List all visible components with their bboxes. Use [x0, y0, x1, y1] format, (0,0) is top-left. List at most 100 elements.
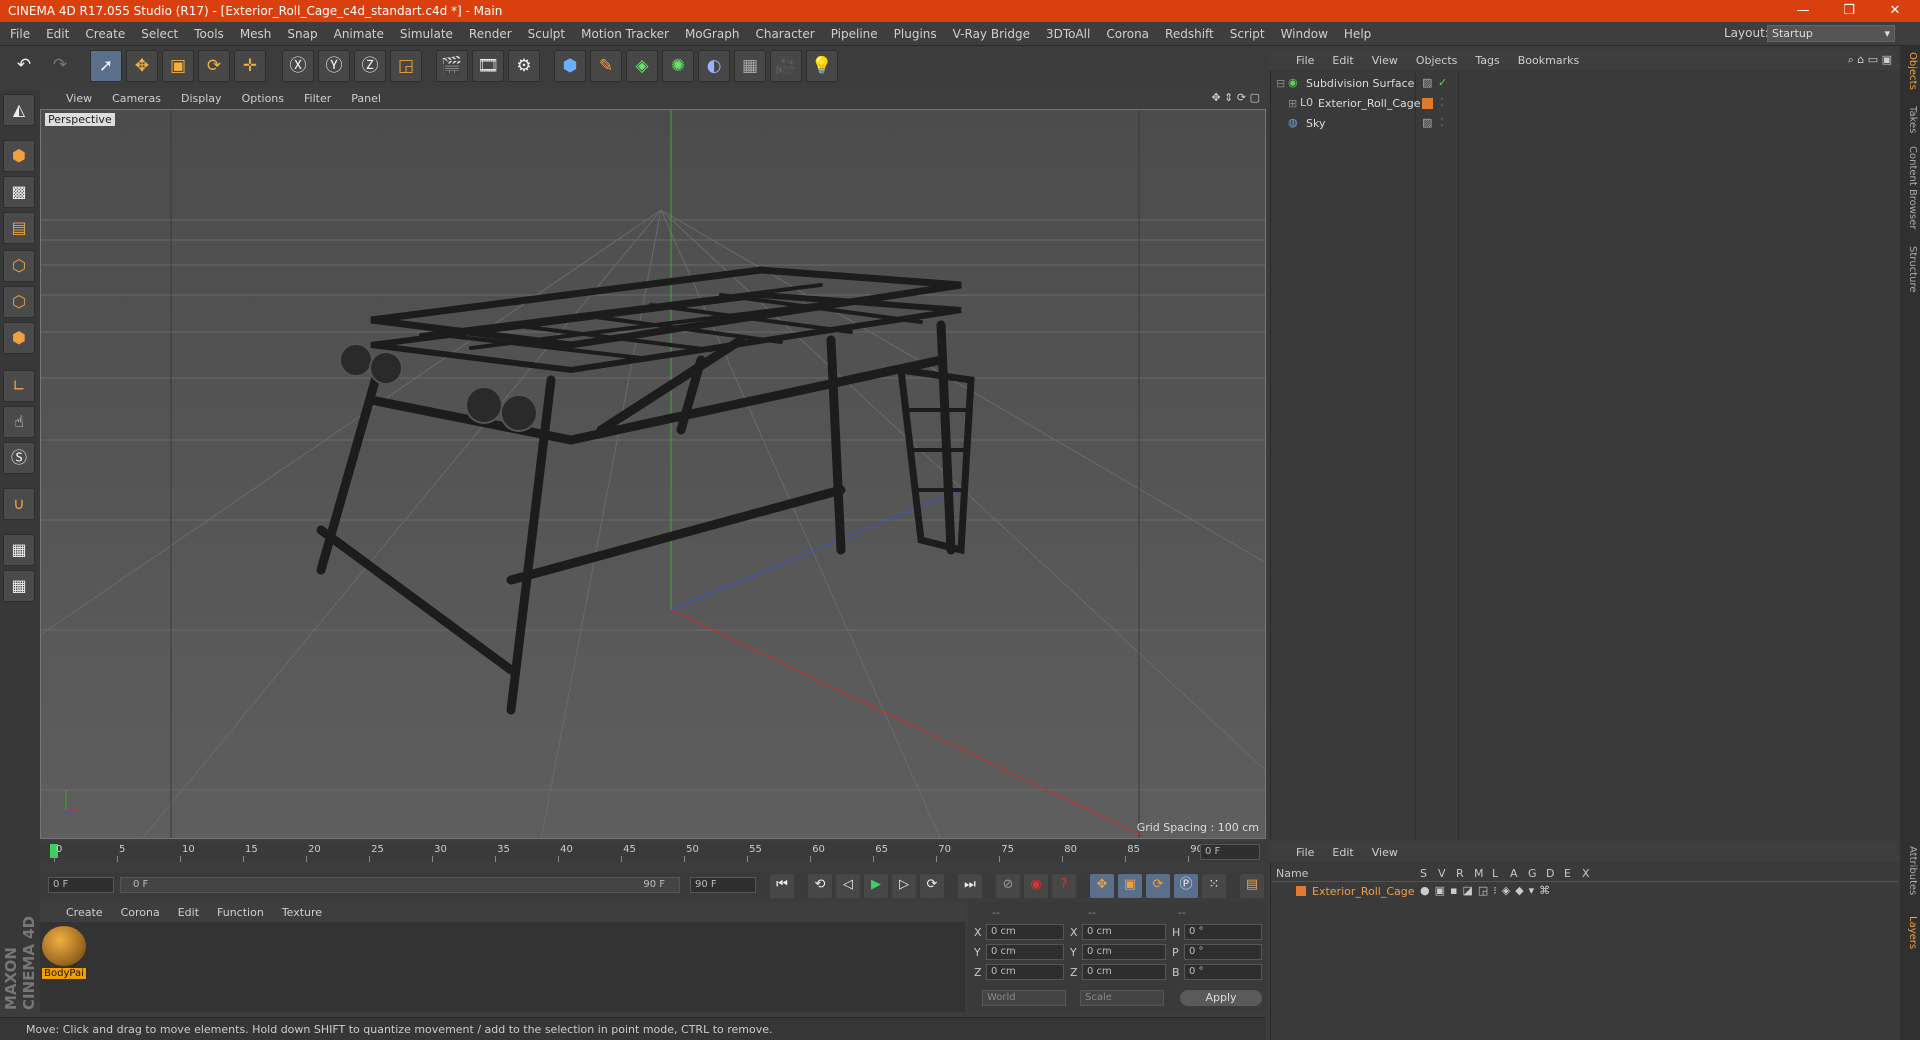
object-menu-objects[interactable]: Objects [1416, 54, 1458, 67]
layer-color-swatch[interactable] [1422, 98, 1433, 109]
key-param-icon[interactable]: Ⓟ [1174, 874, 1198, 898]
rotation-p-field[interactable]: 0 ° [1184, 944, 1262, 960]
y-axis-icon[interactable]: Ⓨ [318, 50, 350, 82]
menu-3dtoall[interactable]: 3DToAll [1046, 27, 1090, 41]
layout-dropdown[interactable]: Startup ▾ [1767, 25, 1895, 42]
close-button[interactable]: ✕ [1880, 2, 1910, 20]
menu-redshift[interactable]: Redshift [1165, 27, 1214, 41]
menu-tools[interactable]: Tools [194, 27, 224, 41]
object-menu-bookmarks[interactable]: Bookmarks [1518, 54, 1579, 67]
material-menu-edit[interactable]: Edit [178, 906, 199, 919]
go-to-start-icon[interactable]: ⏮ [770, 874, 794, 898]
tab-objects[interactable]: Objects [1902, 52, 1918, 90]
planar-workplane-icon[interactable]: ▦ [3, 570, 35, 602]
menu-pipeline[interactable]: Pipeline [831, 27, 878, 41]
layer-menu-view[interactable]: View [1372, 846, 1398, 859]
points-mode-icon[interactable]: ⬡ [3, 250, 35, 282]
menu-select[interactable]: Select [141, 27, 178, 41]
rotation-h-field[interactable]: 0 ° [1184, 924, 1262, 940]
viewport-menu-panel[interactable]: Panel [351, 92, 381, 105]
timeline-layout-icon[interactable]: ▤ [1240, 874, 1264, 898]
size-x-field[interactable]: 0 cm [1082, 924, 1166, 940]
next-frame-icon[interactable]: ▷ [892, 874, 916, 898]
key-rotation-icon[interactable]: ⟳ [1146, 874, 1170, 898]
record-icon[interactable]: ◉ [1024, 874, 1048, 898]
model-mode-icon[interactable]: ⬢ [3, 140, 35, 172]
viewport-menu-filter[interactable]: Filter [304, 92, 331, 105]
keyframe-icon[interactable]: ⊘ [996, 874, 1020, 898]
minimize-button[interactable]: — [1788, 2, 1818, 20]
prev-frame-icon[interactable]: ◁ [836, 874, 860, 898]
material-swatch[interactable]: BodyPai [42, 926, 86, 982]
key-pla-icon[interactable]: ⁙ [1202, 874, 1226, 898]
light-icon[interactable]: 💡 [806, 50, 838, 82]
layer-menu-edit[interactable]: Edit [1332, 846, 1353, 859]
viewport-nav-icons[interactable]: ✥ ⇕ ⟳ ▢ [1211, 91, 1260, 104]
size-y-field[interactable]: 0 cm [1082, 944, 1166, 960]
subdivision-icon[interactable]: ◈ [626, 50, 658, 82]
maximize-button[interactable]: ❐ [1834, 2, 1864, 20]
next-key-icon[interactable]: ⟳ [920, 874, 944, 898]
redo-icon[interactable]: ↷ [44, 50, 76, 82]
menu-motion-tracker[interactable]: Motion Tracker [581, 27, 669, 41]
menu-character[interactable]: Character [755, 27, 814, 41]
tweak-mode-icon[interactable]: ☝ [3, 406, 35, 438]
key-position-icon[interactable]: ✥ [1090, 874, 1114, 898]
timeline-end-field[interactable]: 0 F [1200, 844, 1260, 860]
enabled-check-icon[interactable]: ✓ [1438, 76, 1447, 89]
menu-mesh[interactable]: Mesh [240, 27, 272, 41]
position-z-field[interactable]: 0 cm [986, 964, 1064, 980]
object-row-roll-cage[interactable]: ⊞ L0 Exterior_Roll_Cage ⁚ [1272, 94, 1898, 114]
frame-range-slider[interactable]: 0 F 90 F [120, 877, 680, 893]
locked-workplane-icon[interactable]: ▦ [3, 534, 35, 566]
menu-sculpt[interactable]: Sculpt [528, 27, 565, 41]
object-menu-view[interactable]: View [1372, 54, 1398, 67]
menu-help[interactable]: Help [1344, 27, 1371, 41]
menu-edit[interactable]: Edit [46, 27, 69, 41]
position-x-field[interactable]: 0 cm [986, 924, 1064, 940]
viewport-menu-view[interactable]: View [66, 92, 92, 105]
prev-key-icon[interactable]: ⟲ [808, 874, 832, 898]
menu-animate[interactable]: Animate [334, 27, 384, 41]
go-to-end-icon[interactable]: ⏭ [958, 874, 982, 898]
visibility-dots-icon[interactable]: ⁚ [1440, 96, 1444, 109]
camera-icon[interactable]: 🎥 [770, 50, 802, 82]
object-menu-tags[interactable]: Tags [1475, 54, 1499, 67]
deformer-icon[interactable]: ◐ [698, 50, 730, 82]
scale-dropdown[interactable]: Scale [1080, 990, 1164, 1006]
viewport-menu-cameras[interactable]: Cameras [112, 92, 161, 105]
menu-render[interactable]: Render [469, 27, 512, 41]
menu-plugins[interactable]: Plugins [894, 27, 937, 41]
tab-layers[interactable]: Layers [1902, 916, 1918, 949]
cube-icon[interactable]: ⬢ [554, 50, 586, 82]
play-icon[interactable]: ▶ [864, 874, 888, 898]
timeline-ruler[interactable]: 0 5 10 15 20 25 30 35 40 45 50 55 60 65 70 75 80 85 90 0 F [40, 842, 1266, 862]
object-menu-file[interactable]: File [1296, 54, 1314, 67]
rotation-b-field[interactable]: 0 ° [1184, 964, 1262, 980]
render-picture-icon[interactable]: 🎞 [472, 50, 504, 82]
polygons-mode-icon[interactable]: ⬢ [3, 322, 35, 354]
scale-icon[interactable]: ▣ [162, 50, 194, 82]
layer-toggle-icons[interactable]: ●▣▪◪◲⁝◈◆▾⌘ [1420, 884, 1555, 897]
object-row-sky[interactable]: ◍ Sky ▨ ⁚ [1272, 114, 1898, 134]
menu-window[interactable]: Window [1281, 27, 1328, 41]
object-menu-edit[interactable]: Edit [1332, 54, 1353, 67]
magnet-icon[interactable]: ∪ [3, 488, 35, 520]
undo-icon[interactable]: ↶ [8, 50, 40, 82]
apply-button[interactable]: Apply [1180, 990, 1262, 1006]
tab-content-browser[interactable]: Content Browser [1902, 146, 1918, 229]
visibility-dots-icon[interactable]: ⁚ [1440, 116, 1444, 129]
material-menu-function[interactable]: Function [217, 906, 264, 919]
x-axis-icon[interactable]: Ⓧ [282, 50, 314, 82]
end-frame-field[interactable]: 90 F [690, 877, 756, 893]
start-frame-field[interactable]: 0 F [48, 877, 114, 893]
menu-simulate[interactable]: Simulate [400, 27, 453, 41]
cloner-icon[interactable]: ✺ [662, 50, 694, 82]
tab-structure[interactable]: Structure [1902, 246, 1918, 293]
size-z-field[interactable]: 0 cm [1082, 964, 1166, 980]
texture-mode-icon[interactable]: ▩ [3, 176, 35, 208]
tab-takes[interactable]: Takes [1902, 106, 1918, 133]
layer-row[interactable]: Exterior_Roll_Cage ●▣▪◪◲⁝◈◆▾⌘ [1272, 882, 1898, 902]
transform-icon[interactable]: ✛ [234, 50, 266, 82]
menu-create[interactable]: Create [85, 27, 125, 41]
